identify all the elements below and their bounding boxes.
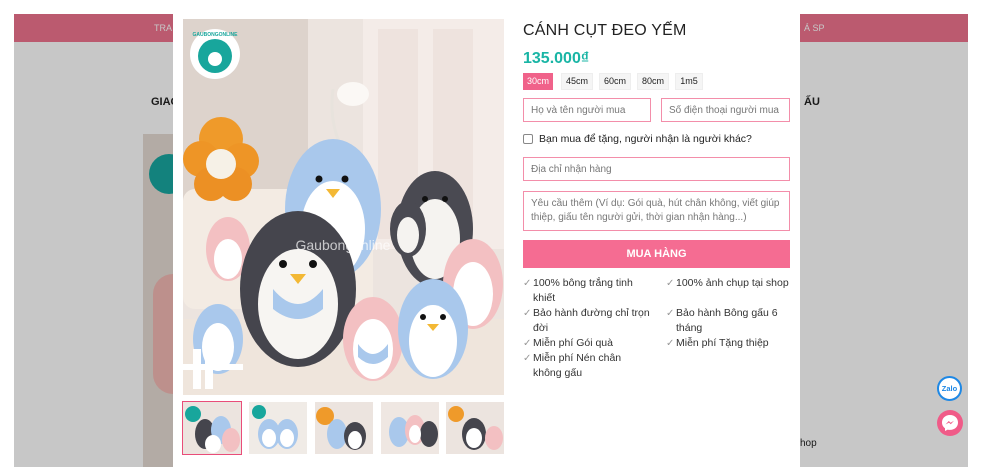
size-option-45cm[interactable]: 45cm xyxy=(561,73,593,90)
gift-checkbox-label: Bạn mua để tặng, người nhận là người khá… xyxy=(539,133,752,145)
address-placeholder: Địa chỉ nhận hàng xyxy=(531,163,612,175)
product-quick-view-modal: GAUBONGONLINE Gaubongonline CÁNH CỤT ĐEO… xyxy=(173,14,800,467)
feature-item: ✓ Bảo hành Bông gấu 6 tháng xyxy=(666,307,778,334)
thumbnail-2[interactable] xyxy=(249,402,307,454)
messenger-icon xyxy=(942,415,958,431)
size-option-60cm[interactable]: 60cm xyxy=(599,73,631,90)
address-input[interactable]: Địa chỉ nhận hàng xyxy=(523,157,790,181)
feature-item: ✓ Miễn phí Gói quà xyxy=(523,337,613,349)
size-option-80cm[interactable]: 80cm xyxy=(637,73,669,90)
gift-checkbox[interactable] xyxy=(523,134,533,144)
thumbnail-5[interactable] xyxy=(446,402,504,454)
check-icon: ✓ xyxy=(666,278,675,289)
buyer-phone-placeholder: Số điện thoại người mua xyxy=(669,104,779,116)
messenger-chat-button[interactable] xyxy=(937,410,963,436)
buyer-name-input[interactable]: Họ và tên người mua xyxy=(523,98,651,122)
check-icon: ✓ xyxy=(666,338,675,349)
size-option-1m5[interactable]: 1m5 xyxy=(675,73,703,90)
check-icon: ✓ xyxy=(523,338,532,349)
product-price: 135.000₫ xyxy=(523,50,590,67)
buyer-name-placeholder: Họ và tên người mua xyxy=(531,104,626,116)
gift-checkbox-row[interactable]: Bạn mua để tặng, người nhận là người khá… xyxy=(523,133,752,145)
product-title: CÁNH CỤT ĐEO YẾM xyxy=(523,22,687,39)
check-icon: ✓ xyxy=(523,353,532,364)
feature-item: ✓ Miễn phí Tặng thiệp xyxy=(666,337,769,349)
check-icon: ✓ xyxy=(523,278,532,289)
image-watermark: Gaubongonline xyxy=(296,237,391,253)
feature-item: ✓ 100% ảnh chụp tại shop xyxy=(666,277,789,289)
thumbnail-3[interactable] xyxy=(315,402,373,454)
check-icon: ✓ xyxy=(666,308,675,319)
thumbnail-strip xyxy=(182,401,504,460)
check-icon: ✓ xyxy=(523,308,532,319)
notes-textarea[interactable]: Yêu cầu thêm (Ví dụ: Gói quà, hút chân k… xyxy=(523,191,790,231)
feature-item: ✓ 100% bông trắng tinh khiết xyxy=(523,277,633,304)
thumbnail-1[interactable] xyxy=(182,401,242,455)
main-product-image[interactable]: GAUBONGONLINE Gaubongonline xyxy=(183,19,504,395)
thumbnail-4[interactable] xyxy=(381,402,439,454)
feature-item: ✓ Miễn phí Nén chân không gấu xyxy=(523,352,622,379)
feature-item: ✓ Bảo hành đường chỉ trọn đời xyxy=(523,307,650,334)
logo-text: GAUBONGONLINE xyxy=(193,32,239,38)
gaubongonline-logo-icon: GAUBONGONLINE xyxy=(190,29,240,79)
notes-placeholder: Yêu cầu thêm (Ví dụ: Gói quà, hút chân k… xyxy=(531,198,780,223)
buy-button[interactable]: MUA HÀNG xyxy=(523,240,790,268)
page: TRA Á SP GIAO ẤU hop GAUBONGONLINE Gaubo… xyxy=(0,0,982,467)
buyer-phone-input[interactable]: Số điện thoại người mua xyxy=(661,98,790,122)
size-option-30cm[interactable]: 30cm xyxy=(523,73,553,90)
zalo-chat-button[interactable]: Zalo xyxy=(937,376,962,401)
